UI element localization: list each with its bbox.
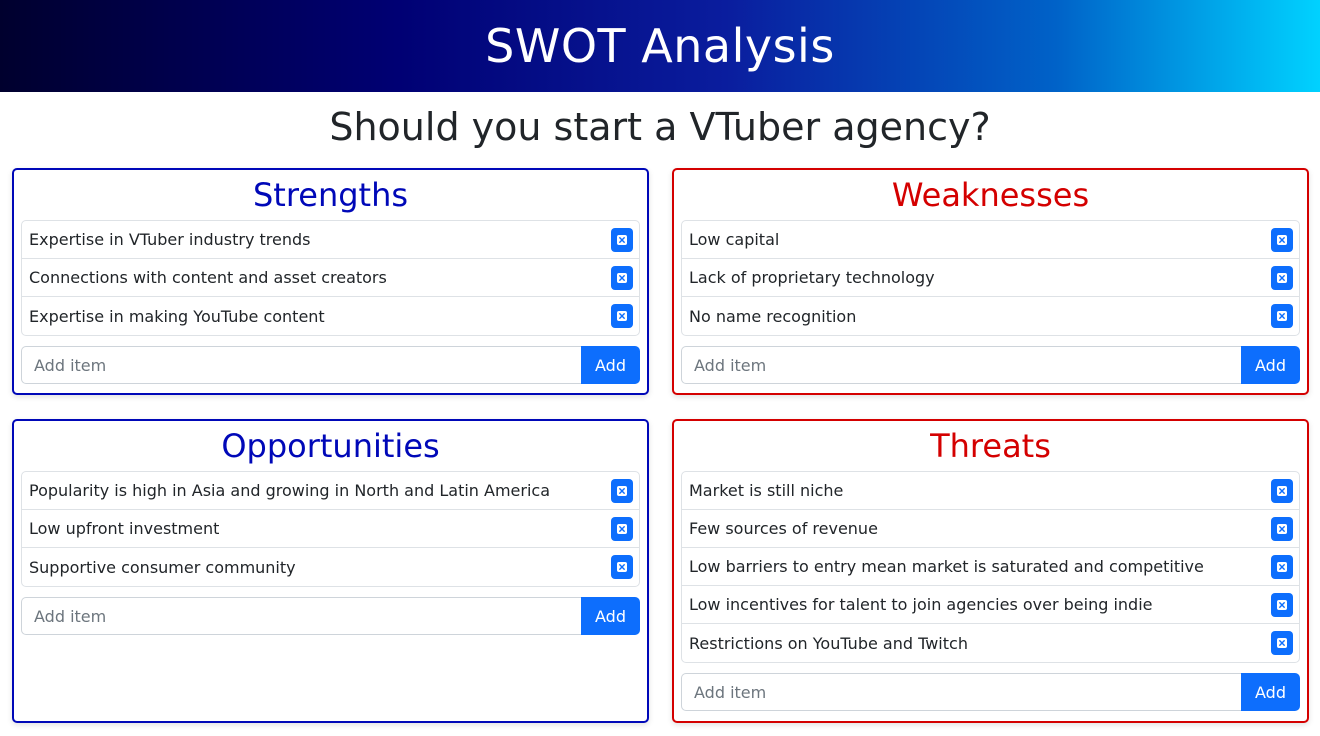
strengths-title: Strengths <box>252 176 409 214</box>
threats-delete-button[interactable] <box>1271 592 1293 617</box>
close-square-icon <box>1277 561 1287 572</box>
threats-panel: Threats Market is still niche Few sources… <box>672 419 1309 723</box>
threats-delete-button[interactable] <box>1271 516 1293 541</box>
strengths-item-text: Expertise in VTuber industry trends <box>29 230 311 249</box>
weaknesses-delete-button[interactable] <box>1271 265 1293 290</box>
close-square-icon <box>1277 523 1287 534</box>
close-square-icon <box>617 234 627 245</box>
weaknesses-list-item: Lack of proprietary technology <box>682 259 1299 297</box>
strengths-list-item: Connections with content and asset creat… <box>22 259 639 297</box>
weaknesses-item-text: Low capital <box>689 230 780 249</box>
weaknesses-list: Low capital Lack of proprietary technolog… <box>681 220 1300 336</box>
opportunities-list-item: Low upfront investment <box>22 510 639 548</box>
threats-list-item: Few sources of revenue <box>682 510 1299 548</box>
strengths-item-text: Connections with content and asset creat… <box>29 268 387 287</box>
threats-item-text: Restrictions on YouTube and Twitch <box>689 633 968 653</box>
threats-list-item: Restrictions on YouTube and Twitch <box>682 624 1299 662</box>
weaknesses-item-text: Lack of proprietary technology <box>689 268 935 287</box>
strengths-list: Expertise in VTuber industry trends Conne… <box>21 220 640 336</box>
opportunities-delete-button[interactable] <box>611 555 633 579</box>
weaknesses-delete-button[interactable] <box>1271 227 1293 252</box>
threats-list-item: Low barriers to entry mean market is sat… <box>682 548 1299 586</box>
threats-item-text: Market is still niche <box>689 481 844 500</box>
page-title: SWOT Analysis <box>485 19 835 73</box>
threats-title: Threats <box>930 427 1051 465</box>
opportunities-delete-button[interactable] <box>611 516 633 541</box>
strengths-panel: Strengths Expertise in VTuber industry t… <box>12 168 649 395</box>
opportunities-item-text: Popularity is high in Asia and growing i… <box>29 481 551 500</box>
opportunities-list-item: Popularity is high in Asia and growing i… <box>22 472 639 510</box>
close-square-icon <box>617 485 627 496</box>
close-square-icon <box>1277 485 1287 496</box>
strengths-add-button[interactable]: Add <box>581 346 640 384</box>
opportunities-add-button[interactable]: Add <box>581 597 640 635</box>
close-square-icon <box>1277 272 1287 283</box>
opportunities-title: Opportunities <box>221 427 440 465</box>
close-square-icon <box>617 562 627 572</box>
strengths-delete-button[interactable] <box>611 304 633 328</box>
close-square-icon <box>1277 311 1287 321</box>
weaknesses-add-button[interactable]: Add <box>1241 346 1300 384</box>
threats-item-text: Low incentives for talent to join agenci… <box>689 595 1153 614</box>
weaknesses-add-row: Add <box>681 346 1300 384</box>
weaknesses-add-input[interactable] <box>681 346 1241 384</box>
strengths-item-text: Expertise in making YouTube content <box>29 306 325 326</box>
threats-add-row: Add <box>681 673 1300 711</box>
close-square-icon <box>617 523 627 534</box>
threats-add-button[interactable]: Add <box>1241 673 1300 711</box>
weaknesses-delete-button[interactable] <box>1271 304 1293 328</box>
opportunities-list: Popularity is high in Asia and growing i… <box>21 471 640 587</box>
threats-delete-button[interactable] <box>1271 478 1293 503</box>
strengths-delete-button[interactable] <box>611 265 633 290</box>
opportunities-add-input[interactable] <box>21 597 581 635</box>
weaknesses-list-item: No name recognition <box>682 297 1299 335</box>
threats-item-text: Few sources of revenue <box>689 519 878 538</box>
strengths-list-item: Expertise in making YouTube content <box>22 297 639 335</box>
opportunities-list-item: Supportive consumer community <box>22 548 639 586</box>
strengths-add-row: Add <box>21 346 640 384</box>
threats-list-item: Market is still niche <box>682 472 1299 510</box>
opportunities-item-text: Supportive consumer community <box>29 557 296 577</box>
weaknesses-list-item: Low capital <box>682 221 1299 259</box>
threats-item-text: Low barriers to entry mean market is sat… <box>689 557 1204 576</box>
strengths-add-input[interactable] <box>21 346 581 384</box>
strengths-delete-button[interactable] <box>611 227 633 252</box>
threats-delete-button[interactable] <box>1271 554 1293 579</box>
threats-delete-button[interactable] <box>1271 631 1293 655</box>
threats-add-input[interactable] <box>681 673 1241 711</box>
header-banner: SWOT Analysis <box>0 0 1320 92</box>
close-square-icon <box>1277 234 1287 245</box>
weaknesses-panel: Weaknesses Low capital Lack of proprietar… <box>672 168 1309 395</box>
opportunities-add-row: Add <box>21 597 640 635</box>
close-square-icon <box>1277 599 1287 610</box>
close-square-icon <box>617 311 627 321</box>
opportunities-delete-button[interactable] <box>611 478 633 503</box>
weaknesses-title: Weaknesses <box>891 176 1090 214</box>
threats-list-item: Low incentives for talent to join agenci… <box>682 586 1299 624</box>
close-square-icon <box>617 272 627 283</box>
threats-list: Market is still niche Few sources of reve… <box>681 471 1300 663</box>
opportunities-panel: Opportunities Popularity is high in Asia… <box>12 419 649 723</box>
close-square-icon <box>1277 638 1287 648</box>
swot-question: Should you start a VTuber agency? <box>329 105 991 149</box>
opportunities-item-text: Low upfront investment <box>29 519 220 538</box>
strengths-list-item: Expertise in VTuber industry trends <box>22 221 639 259</box>
weaknesses-item-text: No name recognition <box>689 306 857 326</box>
